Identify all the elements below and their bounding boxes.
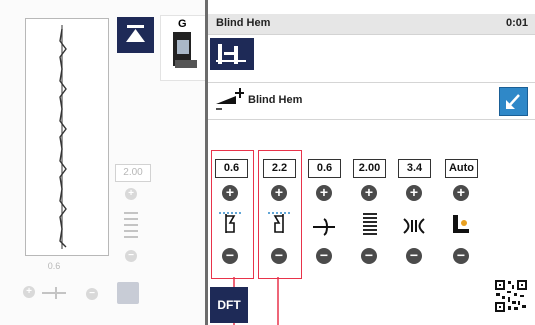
setting-value-6[interactable]: Auto xyxy=(445,159,478,178)
presser-foot-label: G xyxy=(178,18,187,30)
decrease-button-1[interactable]: − xyxy=(222,248,238,264)
setting-value-3[interactable]: 0.6 xyxy=(308,159,341,178)
default-button[interactable]: DFT xyxy=(210,287,248,323)
decrease-button-5[interactable]: − xyxy=(406,248,422,264)
panel-divider xyxy=(205,0,208,325)
stitch-mode-icon xyxy=(216,44,246,64)
stitch-preview xyxy=(25,18,109,256)
length-minus-icon: − xyxy=(86,288,98,300)
stitch-width-value: 2.00 xyxy=(115,164,151,182)
setting-value-1[interactable]: 0.6 xyxy=(215,159,248,178)
expand-arrow-icon xyxy=(506,94,520,109)
move-to-top-button[interactable] xyxy=(117,17,154,53)
increase-button-4[interactable]: + xyxy=(361,185,377,201)
decrease-button-2[interactable]: − xyxy=(271,248,287,264)
stitch-length-value: 0.6 xyxy=(47,261,61,271)
decrease-button-3[interactable]: − xyxy=(316,248,332,264)
width-minus-icon: − xyxy=(125,250,137,262)
expand-button[interactable] xyxy=(499,87,528,116)
page-title: Blind Hem xyxy=(216,17,271,29)
increase-button-2[interactable]: + xyxy=(271,185,287,201)
decrease-button-6[interactable]: − xyxy=(453,248,469,264)
setting-value-4[interactable]: 2.00 xyxy=(353,159,386,178)
width-plus-icon: + xyxy=(125,188,137,200)
tension-icon xyxy=(403,218,425,234)
stitch-sewing-icon xyxy=(216,88,244,110)
stitch-length-icon xyxy=(363,213,377,235)
decrease-button-4[interactable]: − xyxy=(361,248,377,264)
stitch-width-icon xyxy=(124,212,138,238)
length-plus-icon: + xyxy=(23,286,35,298)
stitch-name: Blind Hem xyxy=(248,94,303,106)
blind-hem-stitch-graphic xyxy=(59,25,67,249)
blind-hem-left-icon xyxy=(219,212,241,233)
time-readout: 0:01 xyxy=(506,17,529,29)
setting-value-2[interactable]: 2.2 xyxy=(263,159,296,178)
increase-button-5[interactable]: + xyxy=(406,185,422,201)
increase-button-3[interactable]: + xyxy=(316,185,332,201)
needle-position-icon xyxy=(42,287,66,299)
qr-code-icon[interactable] xyxy=(494,279,528,313)
presser-foot-pressure-icon xyxy=(453,215,469,233)
increase-button-6[interactable]: + xyxy=(453,185,469,201)
increase-button-1[interactable]: + xyxy=(222,185,238,201)
blind-hem-right-icon xyxy=(268,212,290,233)
corner-icon xyxy=(117,282,139,304)
arrow-top-icon xyxy=(126,25,145,42)
setting-value-5[interactable]: 3.4 xyxy=(398,159,431,178)
stitch-mode-button[interactable] xyxy=(210,38,254,70)
needle-position-icon xyxy=(313,218,335,236)
